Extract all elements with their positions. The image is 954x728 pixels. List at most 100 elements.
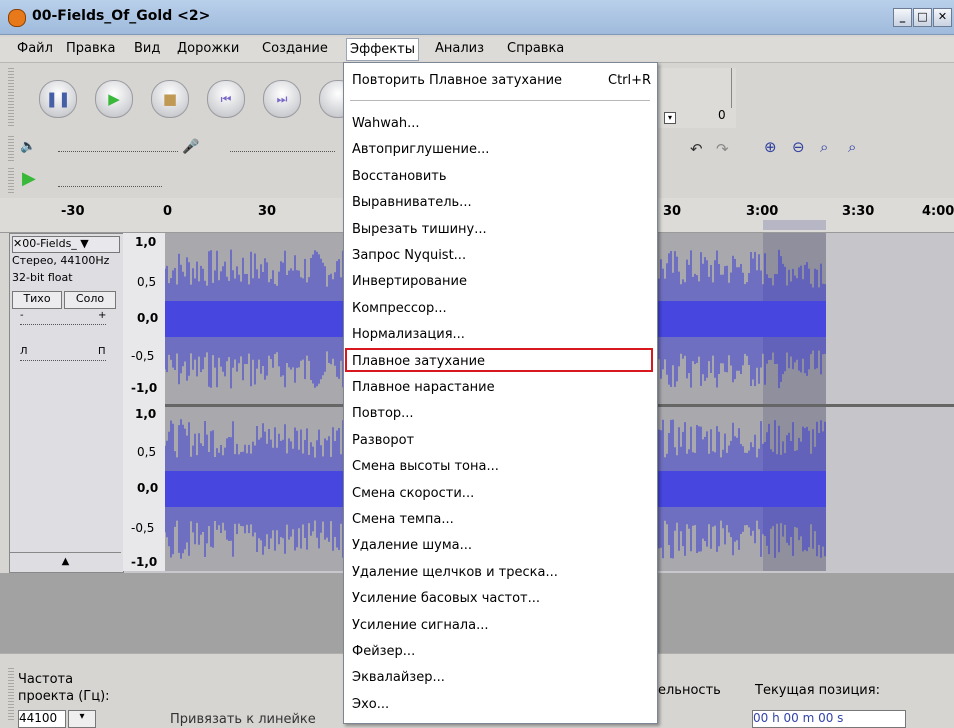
scale-label: -1,0 — [131, 381, 158, 395]
position-input[interactable]: 00 h 00 m 00 s — [752, 710, 906, 728]
meter-line — [731, 68, 732, 108]
amplitude-scale: 1,0 0,5 0,0 -0,5 -1,0 1,0 0,5 0,0 -0,5 -… — [123, 233, 165, 571]
snap-label[interactable]: Привязать к линейке — [170, 712, 316, 727]
speed-slider[interactable] — [58, 186, 162, 188]
project-rate-input[interactable]: 44100 — [18, 710, 66, 728]
effect-item[interactable]: Эквалайзер... — [352, 670, 445, 685]
ruler-label: 30 — [258, 204, 277, 219]
mute-button[interactable]: Тихо — [12, 291, 62, 309]
project-rate-label: Частота — [18, 672, 74, 687]
menu-view[interactable]: Вид — [134, 41, 160, 56]
effect-item[interactable]: Автоприглушение... — [352, 142, 489, 157]
play-icon: ▶ — [108, 90, 120, 108]
menu-help[interactable]: Справка — [507, 41, 564, 56]
gain-slider[interactable] — [20, 324, 106, 325]
effect-item[interactable]: Усиление сигнала... — [352, 618, 488, 633]
repeat-shortcut: Ctrl+R — [608, 73, 652, 88]
effect-item[interactable]: Нормализация... — [352, 327, 465, 342]
menu-generate[interactable]: Создание — [262, 41, 328, 56]
skip-start-button[interactable]: ⏮ — [207, 80, 245, 118]
effect-item[interactable]: Вырезать тишину... — [352, 222, 487, 237]
meter-value: 0 — [718, 108, 726, 122]
collapse-track-button[interactable]: ▲ — [10, 552, 121, 571]
minimize-button[interactable]: _ — [893, 8, 912, 27]
menu-effects[interactable]: Эффекты — [346, 38, 419, 61]
scale-label: 1,0 — [135, 235, 157, 249]
toolbar-grip[interactable] — [8, 68, 14, 128]
effect-item[interactable]: Эхо... — [352, 697, 389, 712]
speed-grip[interactable] — [8, 168, 14, 194]
effect-item[interactable]: Повтор... — [352, 406, 414, 421]
ruler-label: 3:00 — [746, 204, 779, 219]
zoom-out-icon[interactable]: ⊖ — [792, 138, 805, 156]
effect-item[interactable]: Смена высоты тона... — [352, 459, 499, 474]
pan-right-label: П — [98, 346, 106, 357]
undo-icon[interactable]: ↶ — [690, 140, 703, 158]
effect-item[interactable]: Фейзер... — [352, 644, 415, 659]
speaker-icon: 🔈 — [20, 139, 37, 154]
effect-item[interactable]: Удаление шума... — [352, 538, 472, 553]
solo-button[interactable]: Соло — [64, 291, 116, 309]
scale-label: 0,5 — [137, 275, 157, 289]
project-rate-dropdown[interactable]: ▾ — [68, 710, 96, 728]
length-label: ельность — [658, 683, 721, 698]
play-button[interactable]: ▶ — [95, 80, 133, 118]
pan-slider[interactable] — [20, 360, 106, 361]
scale-label: 1,0 — [135, 407, 157, 421]
menu-edit[interactable]: Правка — [66, 41, 115, 56]
ruler-label: -30 — [61, 204, 85, 219]
fit-selection-icon[interactable]: ⌕ — [820, 138, 828, 156]
effects-dropdown-menu: Повторить Плавное затухание Ctrl+R Wahwa… — [343, 62, 658, 724]
highlighted-item-frame — [345, 347, 653, 372]
repeat-effect-item[interactable]: Повторить Плавное затухание — [352, 73, 562, 88]
gain-minus: - — [20, 310, 24, 321]
input-volume-slider[interactable] — [230, 151, 335, 153]
selection-toolbar-grip[interactable] — [8, 668, 14, 720]
effect-item[interactable]: Инвертирование — [352, 274, 467, 289]
pause-button[interactable]: ❚❚ — [39, 80, 77, 118]
effect-item[interactable]: Разворот — [352, 433, 414, 448]
menu-file[interactable]: Файл — [17, 41, 53, 56]
skip-end-button[interactable]: ⏭ — [263, 80, 301, 118]
stop-icon: ■ — [162, 90, 178, 108]
output-volume-slider[interactable] — [58, 151, 178, 153]
effect-item[interactable]: Выравниватель... — [352, 195, 472, 210]
meter-toolbar: ▾ 0 — [656, 68, 736, 128]
effect-item[interactable]: Восстановить — [352, 169, 447, 184]
effect-item[interactable]: Смена скорости... — [352, 486, 474, 501]
track-name-button[interactable]: ✕00-Fields_ ▼ — [12, 236, 120, 253]
meter-dropdown[interactable]: ▾ — [664, 112, 676, 124]
effect-item[interactable]: Компрессор... — [352, 301, 447, 316]
menu-bar: Файл Правка Вид Дорожки Создание Эффекты… — [0, 37, 954, 63]
ruler-selection — [763, 220, 826, 230]
effect-item[interactable]: Удаление щелчков и треска... — [352, 565, 558, 580]
effect-item[interactable]: Wahwah... — [352, 116, 419, 131]
scale-label: -0,5 — [131, 349, 155, 363]
scale-label: -0,5 — [131, 521, 155, 535]
track-control-panel: ✕00-Fields_ ▼ Стерео, 44100Hz 32-bit flo… — [9, 233, 124, 573]
play-at-speed-icon[interactable]: ▶ — [22, 168, 36, 189]
effect-item[interactable]: Смена темпа... — [352, 512, 454, 527]
title-bar: 00-Fields_Of_Gold <2> _ □ ✕ — [0, 0, 954, 35]
mixer-grip[interactable] — [8, 136, 14, 162]
menu-tracks[interactable]: Дорожки — [177, 41, 239, 56]
close-track-icon[interactable]: ✕ — [13, 237, 22, 250]
track-format: Стерео, 44100Hz — [12, 254, 110, 267]
maximize-button[interactable]: □ — [913, 8, 932, 27]
skip-start-icon: ⏮ — [220, 92, 232, 106]
redo-icon[interactable]: ↷ — [716, 140, 729, 158]
effect-item[interactable]: Плавное нарастание — [352, 380, 495, 395]
menu-analyze[interactable]: Анализ — [435, 41, 484, 56]
stop-button[interactable]: ■ — [151, 80, 189, 118]
effect-item[interactable]: Усиление басовых частот... — [352, 591, 540, 606]
close-button[interactable]: ✕ — [933, 8, 952, 27]
zoom-in-icon[interactable]: ⊕ — [764, 138, 777, 156]
effect-item[interactable]: Запрос Nyquist... — [352, 248, 466, 263]
ruler-label: 0 — [163, 204, 173, 219]
mic-icon: 🎤 — [182, 139, 200, 155]
scale-label: 0,5 — [137, 445, 157, 459]
app-icon — [8, 9, 26, 27]
fit-project-icon[interactable]: ⌕ — [848, 138, 856, 156]
empty-region — [826, 233, 954, 571]
position-label: Текущая позиция: — [755, 683, 880, 698]
